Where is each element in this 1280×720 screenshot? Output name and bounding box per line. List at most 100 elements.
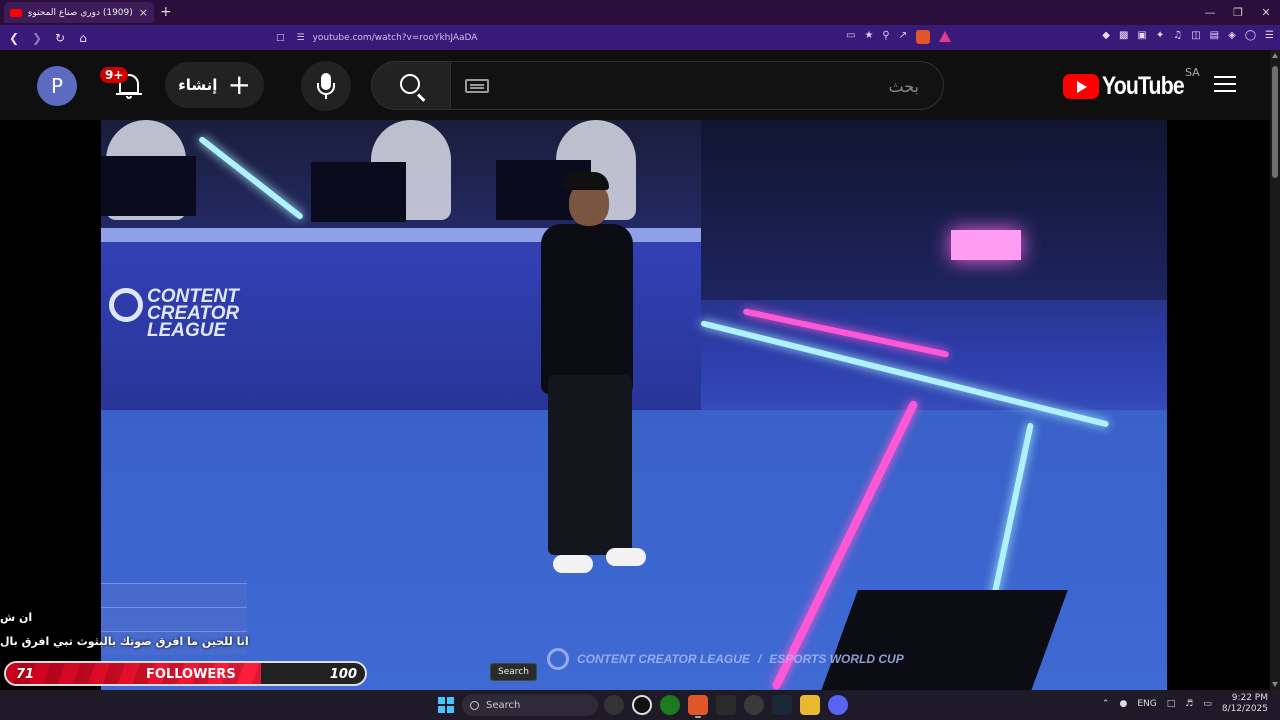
home-icon[interactable]: ⌂	[74, 29, 92, 47]
wallet-icon[interactable]: ▤	[1210, 30, 1219, 41]
shoe	[553, 555, 593, 573]
followers-goal-bar: 71 FOLLOWERS 100	[4, 661, 367, 686]
scroll-down-icon[interactable]	[1272, 682, 1278, 687]
maximize-icon[interactable]: ❐	[1224, 0, 1252, 25]
presenter-cap	[563, 172, 609, 190]
puzzle-icon[interactable]: ▩	[1119, 30, 1128, 41]
plus-icon: +	[227, 68, 251, 101]
obs-icon[interactable]	[744, 695, 764, 715]
scroll-up-icon[interactable]	[1272, 53, 1278, 58]
watermark-right: ESPORTS WORLD CUP	[769, 652, 904, 666]
brave-browser-icon[interactable]	[688, 695, 708, 718]
browser-tab-bar: (1909) دوري صناع المحتوى - الأس... × + —…	[0, 0, 1280, 25]
back-arrow-icon[interactable]: ❮	[5, 29, 23, 47]
music-icon[interactable]: ♫	[1173, 30, 1182, 41]
keyboard-icon[interactable]	[465, 79, 489, 93]
browser-tab-youtube[interactable]: (1909) دوري صناع المحتوى - الأس... ×	[4, 2, 154, 23]
network-icon[interactable]: □	[1167, 699, 1176, 709]
chat-message: ان ش	[0, 611, 33, 624]
clock-time: 9:22 PM	[1231, 693, 1268, 703]
neon-light-strip	[742, 308, 950, 358]
taskbar-apps	[604, 695, 848, 718]
translate-icon[interactable]: ★	[864, 30, 873, 44]
video-frame[interactable]: CONTENT CREATOR LEAGUE CONTENT CREATOR L…	[101, 120, 1167, 690]
search-button[interactable]	[371, 61, 451, 110]
brave-shield-icon[interactable]	[916, 30, 931, 44]
youtube-header: YouTube SA إنشاء + 9+ P	[0, 50, 1270, 120]
vpn-icon[interactable]: ◈	[1228, 30, 1236, 41]
presenter-legs	[548, 375, 632, 555]
app-icon[interactable]	[716, 695, 736, 715]
video-watermark: CONTENT CREATOR LEAGUE / ESPORTS WORLD C…	[547, 648, 904, 670]
battery-icon[interactable]: ▭	[1203, 699, 1212, 709]
tab-title: (1909) دوري صناع المحتوى - الأس...	[28, 7, 133, 18]
microphone-icon[interactable]: ●	[1119, 699, 1127, 709]
g-hub-icon[interactable]	[632, 695, 652, 715]
youtube-favicon-icon	[10, 8, 22, 17]
active-indicator	[695, 716, 701, 718]
language-indicator[interactable]: ENG	[1137, 699, 1156, 709]
app-icon[interactable]	[604, 695, 624, 715]
volume-icon[interactable]: ♬	[1185, 699, 1193, 709]
followers-goal: 100	[329, 667, 357, 682]
notifications-button[interactable]: 9+	[100, 67, 144, 102]
brave-rewards-icon[interactable]	[939, 31, 952, 42]
search-tooltip: Search	[490, 663, 537, 681]
voice-search-button[interactable]	[301, 61, 351, 111]
tray-chevron-icon[interactable]: ⌃	[1102, 699, 1110, 709]
zoom-icon[interactable]: ⚲	[882, 30, 889, 44]
stage-speaker	[814, 590, 1068, 690]
country-code: SA	[1185, 66, 1200, 79]
stage-light	[951, 230, 1021, 260]
shield-icon[interactable]: ◯	[1245, 30, 1256, 41]
address-bar-actions: ▭ ★ ⚲ ↗	[846, 30, 952, 44]
bell-clapper	[126, 96, 132, 99]
system-tray: ⌃ ● ENG □ ♬ ▭ 9:22 PM 8/12/2025	[1102, 693, 1268, 715]
search-icon	[400, 74, 420, 94]
followers-label: FOLLOWERS	[146, 667, 236, 682]
sparkle-icon[interactable]: ✦	[1156, 30, 1164, 41]
search-icon	[470, 700, 479, 710]
windows-taskbar: Search ⌃ ● ENG □ ♬ ▭ 9:22 PM 8/12/2025	[0, 690, 1280, 720]
sidebar-icon[interactable]: ◫	[1191, 30, 1200, 41]
presenter-body	[541, 224, 633, 394]
file-explorer-icon[interactable]	[800, 695, 820, 715]
cast-icon[interactable]: ▭	[846, 30, 855, 44]
windows-start-icon[interactable]	[438, 697, 454, 713]
new-tab-button[interactable]: +	[160, 4, 172, 20]
share-icon[interactable]: ↗	[899, 30, 907, 44]
extension-icon[interactable]: ◆	[1102, 30, 1110, 41]
steam-icon[interactable]	[772, 695, 792, 715]
clock[interactable]: 9:22 PM 8/12/2025	[1222, 693, 1268, 715]
create-button[interactable]: إنشاء +	[165, 62, 264, 108]
scrollbar-thumb[interactable]	[1272, 66, 1278, 178]
forward-arrow-icon[interactable]: ❯	[28, 29, 46, 47]
page-scrollbar[interactable]	[1270, 50, 1280, 690]
taskbar-search[interactable]: Search	[462, 694, 598, 716]
url-text: youtube.com/watch?v=rooYkhJAaDA	[312, 32, 478, 43]
discord-icon[interactable]	[828, 695, 848, 715]
league-logo-icon	[109, 288, 143, 322]
screenshot-icon[interactable]: ▣	[1137, 30, 1146, 41]
backstage-area	[701, 120, 1167, 300]
window-close-icon[interactable]: ✕	[1252, 0, 1280, 25]
monitor	[101, 156, 196, 216]
youtube-logo[interactable]: YouTube	[1063, 72, 1198, 101]
reload-icon[interactable]: ↻	[51, 29, 69, 47]
youtube-play-icon	[1063, 74, 1099, 99]
watermark-divider: /	[757, 652, 762, 666]
browser-address-bar: ❮ ❯ ↻ ⌂ □ ☰ youtube.com/watch?v=rooYkhJA…	[0, 25, 1280, 50]
site-settings-icon[interactable]: ☰	[297, 33, 305, 43]
stage-logo-line3: LEAGUE	[147, 320, 227, 341]
menu-icon[interactable]: ☰	[1265, 30, 1274, 41]
search-input[interactable]	[511, 70, 931, 102]
league-logo-icon	[547, 648, 569, 670]
xbox-icon[interactable]	[660, 695, 680, 715]
minimize-icon[interactable]: —	[1196, 0, 1224, 25]
bell-base	[116, 93, 142, 95]
bookmark-icon[interactable]: □	[276, 33, 285, 43]
tab-close-icon[interactable]: ×	[139, 6, 148, 19]
avatar[interactable]: P	[37, 66, 77, 106]
watermark-left: CONTENT CREATOR LEAGUE	[577, 652, 750, 666]
guide-menu-icon[interactable]	[1214, 76, 1236, 92]
